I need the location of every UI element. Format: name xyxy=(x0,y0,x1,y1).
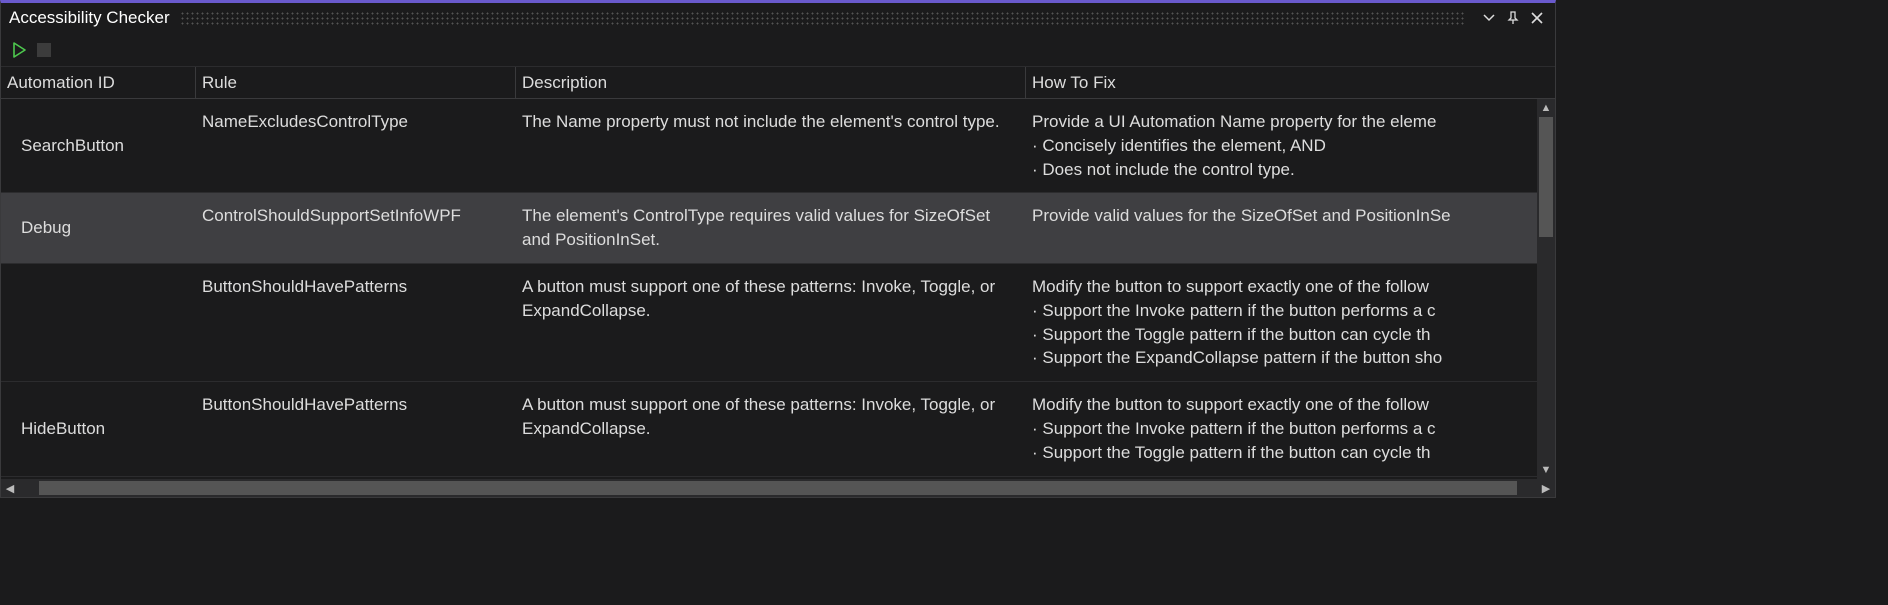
run-button[interactable] xyxy=(11,42,27,58)
table-row[interactable]: ButtonShouldHavePatterns A button must s… xyxy=(1,264,1537,382)
cell-how-to-fix: Modify the button to support exactly one… xyxy=(1026,270,1537,375)
scroll-right-icon[interactable]: ▶ xyxy=(1537,479,1555,497)
vscroll-track[interactable] xyxy=(1537,117,1555,461)
chevron-down-icon xyxy=(1483,14,1495,22)
accessibility-checker-panel: Accessibility Checker Automation ID Rule… xyxy=(0,0,1556,498)
pin-icon xyxy=(1506,11,1520,25)
vscroll-thumb[interactable] xyxy=(1539,117,1553,237)
cell-description: A button must support one of these patte… xyxy=(516,270,1026,375)
window-options-button[interactable] xyxy=(1479,8,1499,28)
cell-how-to-fix: Provide a UI Automation Name property fo… xyxy=(1026,105,1537,186)
column-header-description[interactable]: Description xyxy=(516,67,1026,98)
titlebar-grip[interactable] xyxy=(180,11,1465,25)
cell-rule: ButtonShouldHavePatterns xyxy=(196,270,516,375)
vertical-scrollbar[interactable]: ▲ ▼ xyxy=(1537,99,1555,479)
close-icon xyxy=(1531,12,1543,24)
cell-description: The element's ControlType requires valid… xyxy=(516,199,1026,257)
cell-rule: ControlShouldSupportSetInfoWPF xyxy=(196,199,516,257)
pin-button[interactable] xyxy=(1503,8,1523,28)
column-header-rule[interactable]: Rule xyxy=(196,67,516,98)
cell-automation-id: HideButton xyxy=(1,388,196,469)
column-header-how-to-fix[interactable]: How To Fix xyxy=(1026,67,1555,98)
column-header-automation-id[interactable]: Automation ID xyxy=(1,67,196,98)
cell-automation-id: SearchButton xyxy=(1,105,196,186)
table-row[interactable]: HideButton ButtonShouldHavePatterns A bu… xyxy=(1,382,1537,476)
table-header: Automation ID Rule Description How To Fi… xyxy=(1,67,1555,99)
hscroll-thumb[interactable] xyxy=(39,481,1517,495)
stop-button[interactable] xyxy=(37,43,51,57)
cell-how-to-fix: Modify the button to support exactly one… xyxy=(1026,388,1537,469)
table-row[interactable]: Debug ControlShouldSupportSetInfoWPF The… xyxy=(1,193,1537,264)
toolbar xyxy=(1,33,1555,67)
cell-description: A button must support one of these patte… xyxy=(516,388,1026,469)
panel-title: Accessibility Checker xyxy=(9,8,170,28)
horizontal-scrollbar[interactable]: ◀ ▶ xyxy=(1,479,1555,497)
cell-rule: ButtonShouldHavePatterns xyxy=(196,388,516,469)
scroll-up-icon[interactable]: ▲ xyxy=(1537,99,1555,117)
scroll-left-icon[interactable]: ◀ xyxy=(1,479,19,497)
close-button[interactable] xyxy=(1527,8,1547,28)
table-rows-container: SearchButton NameExcludesControlType The… xyxy=(1,99,1537,479)
cell-automation-id: Debug xyxy=(1,199,196,257)
cell-automation-id xyxy=(1,270,196,375)
panel-titlebar: Accessibility Checker xyxy=(1,3,1555,33)
play-icon xyxy=(11,42,27,58)
cell-rule: NameExcludesControlType xyxy=(196,105,516,186)
table-row[interactable]: SearchButton NameExcludesControlType The… xyxy=(1,99,1537,193)
scroll-down-icon[interactable]: ▼ xyxy=(1537,461,1555,479)
cell-how-to-fix: Provide valid values for the SizeOfSet a… xyxy=(1026,199,1537,257)
cell-description: The Name property must not include the e… xyxy=(516,105,1026,186)
table-body: SearchButton NameExcludesControlType The… xyxy=(1,99,1555,479)
hscroll-track[interactable] xyxy=(19,479,1537,497)
